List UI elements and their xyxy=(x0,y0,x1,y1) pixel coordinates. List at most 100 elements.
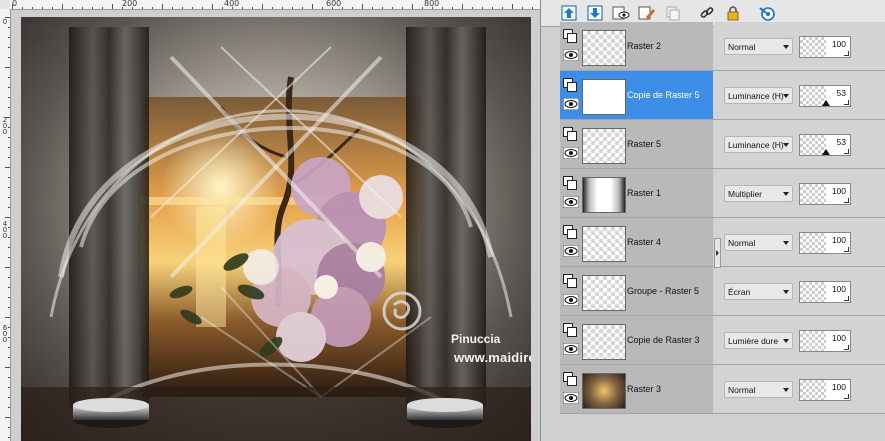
ruler-tick xyxy=(402,7,403,9)
layer-thumbnail xyxy=(582,324,626,360)
ruler-tick xyxy=(8,127,10,128)
ruler-tick xyxy=(532,7,533,9)
opacity-value: 100 xyxy=(831,235,846,245)
layer-row[interactable]: Copie de Raster 3 Lumière dure 100 xyxy=(560,316,885,365)
edit-icon[interactable] xyxy=(637,3,657,23)
ruler-tick xyxy=(8,437,10,438)
layer-up-icon[interactable] xyxy=(559,3,579,23)
opacity-marker-icon[interactable] xyxy=(822,100,830,106)
layer-toggles xyxy=(563,225,579,261)
layer-row-header[interactable]: Copie de Raster 3 xyxy=(560,316,713,365)
layer-group-icon[interactable] xyxy=(563,176,577,190)
panel-splitter-handle[interactable] xyxy=(714,238,721,268)
ruler-tick xyxy=(42,7,43,9)
visibility-toggle-icon[interactable] xyxy=(611,3,631,23)
ruler-tick xyxy=(522,7,523,9)
ruler-tick xyxy=(492,7,493,9)
layer-row-header[interactable]: Raster 2 xyxy=(560,22,713,71)
eye-icon[interactable] xyxy=(563,98,579,110)
eye-icon[interactable] xyxy=(563,343,579,355)
eye-icon[interactable] xyxy=(563,294,579,306)
layer-group-icon[interactable] xyxy=(563,225,577,239)
chevron-down-icon xyxy=(783,143,789,147)
opacity-marker-icon[interactable] xyxy=(822,149,830,155)
layer-row-header[interactable]: Raster 5 xyxy=(560,120,713,169)
blend-mode-select[interactable]: Écran xyxy=(724,283,793,300)
blend-mode-select[interactable]: Normal xyxy=(724,38,793,55)
layer-group-icon[interactable] xyxy=(563,323,577,337)
ruler-tick xyxy=(202,7,203,9)
ruler-tick xyxy=(12,4,13,9)
chevron-down-icon xyxy=(783,339,789,343)
opacity-value: 100 xyxy=(831,333,846,343)
blend-mode-select[interactable]: Multiplier xyxy=(724,185,793,202)
layer-row[interactable]: Copie de Raster 5 Luminance (H) 53 xyxy=(560,71,885,120)
ruler-tick xyxy=(462,4,463,9)
ruler-tick xyxy=(212,4,213,9)
opacity-slider[interactable]: 53 xyxy=(799,134,851,156)
opacity-slider[interactable]: 53 xyxy=(799,85,851,107)
artwork-image[interactable]: Pinuccia www.maidiregrafica.eu xyxy=(21,17,531,441)
layer-row-header[interactable]: Raster 4 xyxy=(560,218,713,267)
layer-group-icon[interactable] xyxy=(563,127,577,141)
layer-row[interactable]: Groupe - Raster 5 Écran 100 xyxy=(560,267,885,316)
layer-row[interactable]: Raster 3 Normal 100 xyxy=(560,365,885,414)
layer-row[interactable]: Raster 5 Luminance (H) 53 xyxy=(560,120,885,169)
blend-mode-label: Normal xyxy=(728,238,756,248)
ruler-tick xyxy=(5,267,10,268)
opacity-slider[interactable]: 100 xyxy=(799,379,851,401)
blend-mode-select[interactable]: Normal xyxy=(724,381,793,398)
layer-row-header[interactable]: Copie de Raster 5 xyxy=(560,71,713,120)
layer-row-header[interactable]: Raster 1 xyxy=(560,169,713,218)
blend-mode-select[interactable]: Luminance (H) xyxy=(724,136,793,153)
opacity-slider[interactable]: 100 xyxy=(799,183,851,205)
eye-icon[interactable] xyxy=(563,49,579,61)
layer-group-icon[interactable] xyxy=(563,29,577,43)
layer-group-icon[interactable] xyxy=(563,78,577,92)
link-icon[interactable] xyxy=(697,3,717,23)
layer-down-icon[interactable] xyxy=(585,3,605,23)
canvas-area[interactable]: 0 200 400 600 800 0 200 400 600 Pinuccia… xyxy=(0,0,540,441)
resize-grip-icon xyxy=(844,247,849,252)
resize-grip-icon xyxy=(844,296,849,301)
chevron-down-icon xyxy=(783,241,789,245)
ruler-tick xyxy=(5,217,10,218)
layer-group-icon[interactable] xyxy=(563,372,577,386)
blend-mode-select[interactable]: Luminance (H) xyxy=(724,87,793,104)
eye-icon[interactable] xyxy=(563,147,579,159)
layer-group-icon[interactable] xyxy=(563,274,577,288)
opacity-slider[interactable]: 100 xyxy=(799,330,851,352)
layer-thumbnail xyxy=(582,177,626,213)
ruler-tick xyxy=(8,297,10,298)
ruler-tick xyxy=(5,167,10,168)
ruler-tick xyxy=(8,247,10,248)
layer-row-header[interactable]: Groupe - Raster 5 xyxy=(560,267,713,316)
ruler-tick xyxy=(8,97,10,98)
layer-toggles xyxy=(563,323,579,359)
ruler-label: 0 xyxy=(2,18,8,26)
ruler-tick xyxy=(122,7,123,9)
layer-row[interactable]: Raster 2 Normal 100 xyxy=(560,22,885,71)
ruler-label: 200 xyxy=(122,0,138,8)
duplicate-icon[interactable] xyxy=(663,3,683,23)
layer-row[interactable]: Raster 1 Multiplier 100 xyxy=(560,169,885,218)
ruler-tick xyxy=(282,7,283,9)
lock-icon[interactable] xyxy=(723,3,743,23)
ruler-tick xyxy=(392,7,393,9)
properties-icon[interactable] xyxy=(757,3,777,23)
layer-row-header[interactable]: Raster 3 xyxy=(560,365,713,414)
ruler-tick xyxy=(5,67,10,68)
opacity-slider[interactable]: 100 xyxy=(799,36,851,58)
opacity-slider[interactable]: 100 xyxy=(799,281,851,303)
ruler-tick xyxy=(302,7,303,9)
ruler-label: 600 xyxy=(326,0,342,8)
eye-icon[interactable] xyxy=(563,196,579,208)
ruler-tick xyxy=(372,7,373,9)
layer-row[interactable]: Raster 4 Normal 100 xyxy=(560,218,885,267)
eye-icon[interactable] xyxy=(563,245,579,257)
blend-mode-select[interactable]: Normal xyxy=(724,234,793,251)
opacity-slider[interactable]: 100 xyxy=(799,232,851,254)
eye-icon[interactable] xyxy=(563,392,579,404)
ruler-tick xyxy=(352,7,353,9)
blend-mode-select[interactable]: Lumière dure xyxy=(724,332,793,349)
